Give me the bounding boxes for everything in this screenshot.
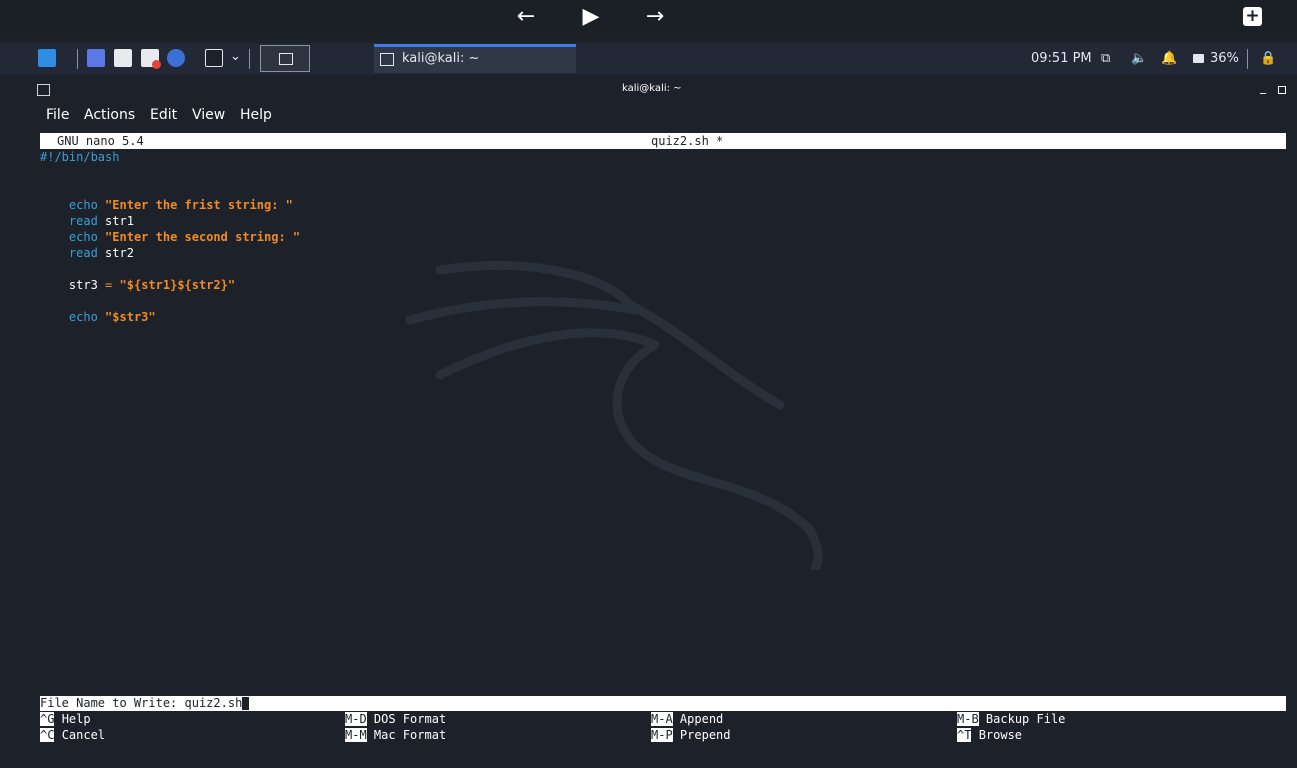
forward-arrow-icon[interactable]: → (641, 4, 669, 30)
code-line: str3 = "${str1}${str2}" (68, 278, 236, 292)
text-editor-icon[interactable] (141, 49, 161, 69)
kali-menu-icon[interactable] (38, 49, 56, 67)
nano-version: GNU nano 5.4 (57, 134, 144, 148)
terminal-icon (380, 53, 394, 66)
divider (77, 49, 78, 69)
menu-actions[interactable]: Actions (84, 107, 135, 123)
shortcut-backup-file[interactable]: M-B Backup File (957, 711, 1065, 727)
add-icon[interactable]: + (1243, 7, 1262, 26)
filename-prompt[interactable]: File Name to Write: quiz2.sh (40, 696, 1286, 711)
volume-icon[interactable]: 🔈 (1131, 51, 1147, 66)
shortcut-mac-format[interactable]: M-M Mac Format (345, 727, 446, 743)
code-line: #!/bin/bash (40, 150, 120, 164)
window-title: kali@kali: ~ (622, 83, 682, 94)
menu-edit[interactable]: Edit (150, 107, 177, 123)
divider (249, 49, 250, 69)
battery-icon[interactable] (1193, 54, 1204, 63)
remote-nav-bar: ← ▶ → + (0, 0, 1297, 38)
window-titlebar[interactable]: kali@kali: ~ _ (32, 78, 1297, 102)
code-line: echo "Enter the frist string: " (68, 198, 293, 212)
play-icon[interactable]: ▶ (577, 4, 605, 30)
task-kali-terminal[interactable]: kali@kali: ~ (374, 44, 576, 73)
workspace-switcher[interactable] (260, 45, 310, 72)
nano-header: GNU nano 5.4 quiz2.sh * (40, 133, 1286, 149)
shortcut-dos-format[interactable]: M-D DOS Format (345, 711, 446, 727)
prompt-text: File Name to Write: quiz2.sh (40, 696, 243, 710)
show-desktop-icon[interactable] (87, 49, 105, 67)
chevron-down-icon[interactable]: ⌄ (230, 49, 241, 64)
file-manager-icon[interactable] (114, 49, 132, 67)
clock[interactable]: 09:51 PM (1031, 51, 1092, 66)
task-title: kali@kali: ~ (402, 51, 480, 66)
shortcut-cancel[interactable]: ^C Cancel (40, 727, 105, 743)
menu-view[interactable]: View (192, 107, 225, 123)
shortcut-browse[interactable]: ^T Browse (957, 727, 1022, 743)
menu-bar: File Actions Edit View Help (32, 102, 1297, 130)
divider (1247, 49, 1248, 69)
text-cursor (242, 697, 250, 710)
code-line: echo "$str3" (68, 310, 156, 324)
shortcut-help[interactable]: ^G Help (40, 711, 91, 727)
nano-filename: quiz2.sh * (651, 134, 724, 148)
back-arrow-icon[interactable]: ← (512, 4, 540, 30)
kali-dragon-watermark (405, 260, 823, 570)
battery-percent: 36% (1210, 51, 1239, 66)
code-line: read str2 (68, 246, 134, 260)
notification-bell-icon[interactable]: 🔔 (1161, 51, 1177, 66)
code-line: echo "Enter the second string: " (68, 230, 301, 244)
network-icon[interactable]: ⧉ (1101, 51, 1110, 66)
terminal-icon[interactable] (205, 49, 223, 67)
taskbar: ⌄ kali@kali: ~ 09:51 PM ⧉ 🔈 🔔 36% 🔒 (0, 43, 1297, 75)
window-icon (279, 53, 293, 65)
code-line: read str1 (68, 214, 134, 228)
terminal-icon (37, 84, 50, 96)
menu-file[interactable]: File (46, 107, 69, 123)
minimize-icon[interactable]: _ (1260, 80, 1266, 94)
shortcut-append[interactable]: M-A Append (651, 711, 723, 727)
browser-icon[interactable] (167, 49, 185, 67)
maximize-icon[interactable] (1278, 86, 1286, 94)
lock-icon[interactable]: 🔒 (1260, 51, 1276, 66)
menu-help[interactable]: Help (240, 107, 272, 123)
shortcut-prepend[interactable]: M-P Prepend (651, 727, 731, 743)
